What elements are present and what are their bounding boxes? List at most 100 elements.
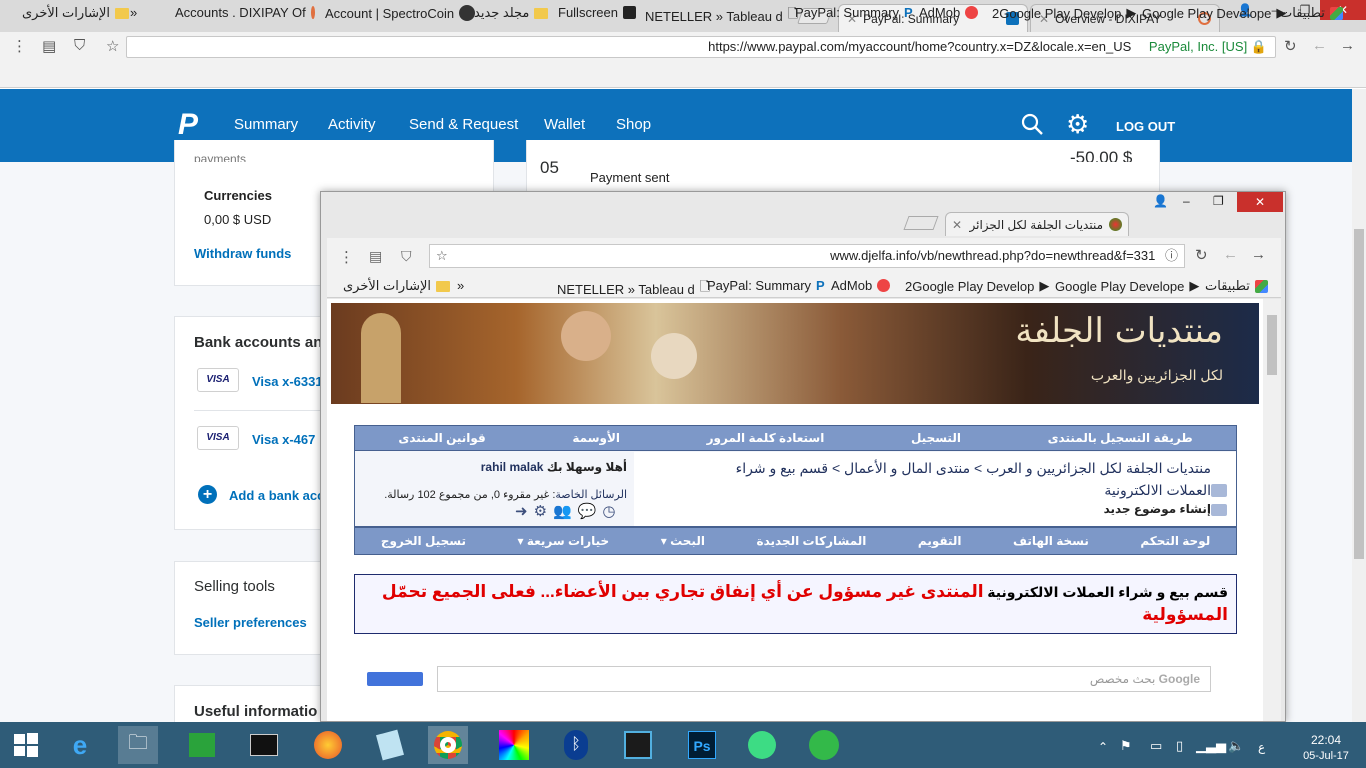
minimize-button[interactable]: ‒	[1183, 194, 1190, 208]
visa-card-6331[interactable]: Visa x-6331	[252, 374, 323, 389]
chat-icon[interactable]: 💬	[578, 502, 597, 520]
bookmarks-more[interactable]: »	[130, 5, 137, 20]
file-explorer-icon[interactable]: 🗀	[118, 726, 158, 764]
close-window-button[interactable]: ✕	[1237, 192, 1283, 212]
bookmark-google-play-2[interactable]: 2Google Play Develop ▶	[905, 278, 1049, 294]
other-bookmarks[interactable]: الإشارات الأخرى	[22, 5, 130, 21]
android-studio-icon[interactable]	[742, 726, 782, 764]
color-app-icon[interactable]	[494, 726, 534, 764]
address-bar[interactable]: https://www.paypal.com/myaccount/home?co…	[126, 36, 1276, 58]
volume-icon[interactable]: 🔈	[1228, 738, 1244, 754]
bookmark-neteller[interactable]: NETELLER » Tableau d 🗋	[557, 278, 710, 300]
bookmark-dixipay[interactable]: Accounts . DIXIPAY Of	[175, 5, 315, 20]
clock-date[interactable]: 05-Jul-17	[1296, 750, 1356, 762]
add-bank-link[interactable]: Add a bank acc	[229, 488, 324, 503]
new-tab-button[interactable]	[903, 216, 939, 230]
back-icon[interactable]: →	[1251, 246, 1266, 263]
pm-link[interactable]: الرسائل الخاصة	[555, 489, 627, 501]
address-bar[interactable]: ☆ www.djelfa.info/vb/newthread.php?do=ne…	[429, 244, 1185, 268]
tab-close-icon[interactable]: ✕	[952, 218, 962, 232]
flag-icon[interactable]: ⚑	[1120, 738, 1132, 754]
breadcrumb-current[interactable]: العملات الالكترونية	[941, 482, 1211, 499]
bookmark-spectrocoin[interactable]: Account | SpectroCoin	[325, 5, 476, 21]
tab-djelfa[interactable]: ✕ منتديات الجلفة لكل الجزائر	[945, 212, 1129, 236]
bookmark-admob[interactable]: AdMob	[919, 5, 979, 20]
add-icon[interactable]: +	[198, 485, 217, 504]
nav-search[interactable]: البحث ▾	[661, 534, 705, 548]
gear-icon[interactable]: ⚙	[1066, 111, 1089, 137]
nav-send-request[interactable]: Send & Request	[409, 116, 518, 133]
search-icon[interactable]	[1020, 112, 1044, 136]
bookmark-apps[interactable]: تطبيقات	[1280, 5, 1343, 21]
username-link[interactable]: rahil malak	[481, 460, 544, 474]
nav-control-panel[interactable]: لوحة التحكم	[1140, 534, 1210, 548]
nav-activity[interactable]: Activity	[328, 116, 376, 133]
maximize-button[interactable]: ❐	[1213, 194, 1224, 208]
page-scrollbar[interactable]	[1263, 299, 1281, 721]
firefox-icon[interactable]	[308, 726, 348, 764]
action-center-icon[interactable]: ▭	[1150, 738, 1162, 754]
bookmarks-more[interactable]: »	[457, 278, 464, 293]
nav-mobile[interactable]: نسخة الهاتف	[1013, 534, 1089, 548]
command-prompt-icon[interactable]	[244, 726, 284, 764]
nav-shop[interactable]: Shop	[616, 116, 651, 133]
scrollbar-thumb[interactable]	[1354, 229, 1364, 559]
language-indicator[interactable]: ع	[1258, 740, 1265, 754]
menu-icon[interactable]: ⋮	[339, 248, 354, 266]
withdraw-funds-link[interactable]: Withdraw funds	[194, 246, 291, 261]
forward-icon[interactable]: ←	[1312, 37, 1327, 54]
logout-link[interactable]: LOG OUT	[1116, 119, 1175, 134]
search-submit-button[interactable]	[367, 672, 423, 686]
clock-time[interactable]: 22:04	[1306, 733, 1346, 747]
extension-icon[interactable]: ▤	[42, 37, 56, 55]
star-bookmark-icon[interactable]: ☆	[106, 37, 119, 55]
clock-icon[interactable]: ◷	[602, 502, 615, 520]
bluetooth-icon[interactable]: ᛒ	[556, 726, 596, 764]
nav-new-posts[interactable]: المشاركات الجديدة	[756, 534, 866, 548]
reload-icon[interactable]: ↻	[1195, 246, 1208, 264]
nav-quick-options[interactable]: خيارات سريعة ▾	[518, 534, 610, 548]
chrome-icon[interactable]	[428, 726, 468, 764]
nav-wallet[interactable]: Wallet	[544, 116, 585, 133]
shield-icon[interactable]: ⛉	[74, 37, 85, 54]
bookmark-fullscreen[interactable]: Fullscreen	[558, 5, 636, 20]
nav-logout[interactable]: تسجيل الخروج	[381, 534, 466, 548]
logout-arrow-icon[interactable]: ➜	[515, 502, 528, 520]
forum-logo-title[interactable]: منتديات الجلفة	[1015, 311, 1223, 351]
paypal-logo[interactable]: P	[178, 108, 206, 141]
notepad-icon[interactable]	[370, 726, 410, 764]
store-icon[interactable]	[182, 726, 222, 764]
battery-icon[interactable]: ▯	[1176, 738, 1183, 754]
create-topic-link[interactable]: إنشاء موضوع جديد	[941, 502, 1211, 516]
add-user-icon[interactable]: 👥	[553, 502, 572, 520]
seller-preferences-link[interactable]: Seller preferences	[194, 615, 307, 630]
bookmark-google-play-1[interactable]: Google Play Develope ▶	[1055, 278, 1199, 294]
menu-icon[interactable]: ⋮	[12, 37, 27, 55]
extension-icon[interactable]: ▤	[369, 248, 382, 265]
nav-recover-password[interactable]: استعادة كلمة المرور	[707, 431, 825, 445]
info-icon[interactable]: ⓘ	[1165, 248, 1178, 263]
profile-icon[interactable]: 👤	[1153, 194, 1168, 208]
settings-icon[interactable]: ⚙	[534, 502, 547, 520]
reload-icon[interactable]: ↻	[1284, 37, 1297, 55]
bookmark-google-play-2[interactable]: 2Google Play Develop ▶	[992, 5, 1136, 21]
bookmark-paypal[interactable]: PayPal: Summary P	[707, 278, 825, 293]
bookmark-paypal[interactable]: PayPal: Summary P	[795, 5, 913, 20]
visa-card-467[interactable]: Visa x-467	[252, 432, 315, 447]
nav-register[interactable]: التسجيل	[911, 431, 961, 445]
video-editor-icon[interactable]	[618, 726, 658, 764]
bookmark-admob[interactable]: AdMob	[831, 278, 891, 293]
windows-start-icon[interactable]	[6, 726, 46, 764]
other-bookmarks[interactable]: الإشارات الأخرى	[343, 278, 451, 294]
nav-forum-rules[interactable]: قوانين المنتدى	[398, 431, 485, 445]
back-icon[interactable]: →	[1340, 37, 1355, 54]
bookmark-apps[interactable]: تطبيقات	[1205, 278, 1268, 294]
photoshop-icon[interactable]: Ps	[682, 726, 722, 764]
shield-icon[interactable]: ⛉	[401, 248, 412, 265]
google-custom-search-input[interactable]: بحث مخصص Google	[437, 666, 1211, 692]
bookmark-new-folder[interactable]: مجلد جديد	[474, 5, 549, 21]
forward-icon[interactable]: ←	[1223, 246, 1238, 263]
nav-medals[interactable]: الأوسمة	[572, 431, 620, 445]
wifi-app-icon[interactable]	[804, 726, 844, 764]
breadcrumb[interactable]: منتديات الجلفة لكل الجزائريين و العرب > …	[643, 460, 1211, 477]
